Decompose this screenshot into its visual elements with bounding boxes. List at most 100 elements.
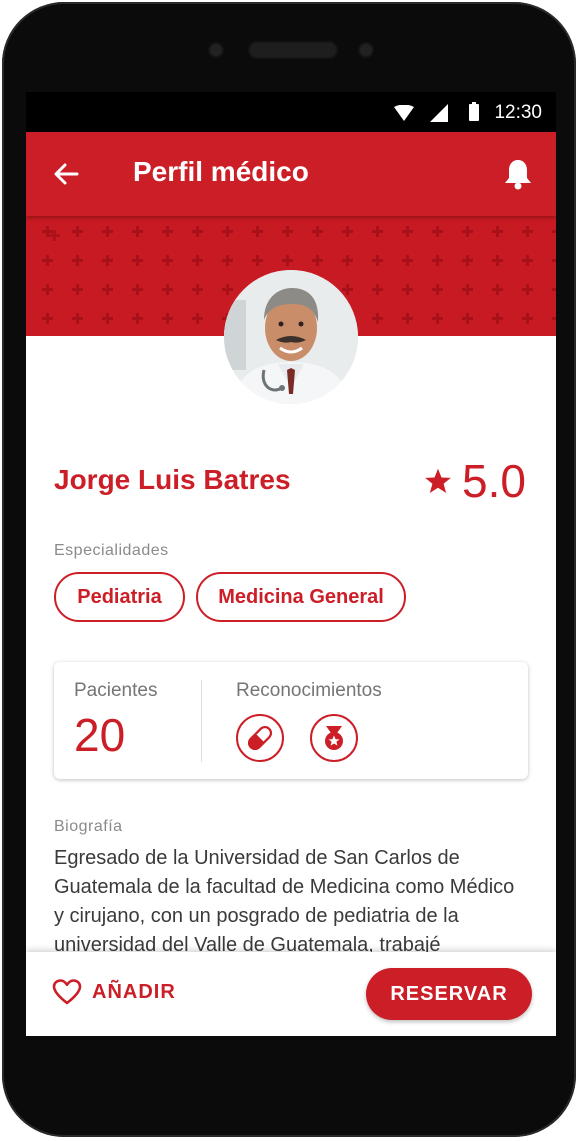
battery-icon: [469, 102, 479, 121]
biography-label: Biografía: [54, 818, 123, 835]
cross-mark: [402, 226, 413, 237]
cross-mark: [552, 226, 556, 237]
cross-mark: [192, 284, 203, 295]
cross-mark: [42, 255, 53, 266]
wifi-icon: [394, 105, 414, 121]
star-icon: [425, 468, 451, 494]
cross-mark: [342, 255, 353, 266]
cross-mark: [162, 226, 173, 237]
bottom-action-bar: AÑADIR RESERVAR: [26, 952, 556, 1036]
specialties-label: Especialidades: [54, 542, 169, 559]
cross-mark: [312, 226, 323, 237]
award-capsule[interactable]: [236, 714, 284, 762]
doctor-name: Jorge Luis Batres: [54, 464, 291, 495]
bell-icon: [505, 160, 531, 190]
front-camera: [210, 44, 222, 56]
cross-mark: [432, 313, 443, 324]
cross-mark: [402, 313, 413, 324]
cross-mark: [132, 255, 143, 266]
cross-mark: [432, 255, 443, 266]
doctor-photo: [224, 270, 358, 404]
status-time: 12:30: [494, 102, 542, 123]
cross-mark: [402, 255, 413, 266]
cross-mark: [522, 313, 533, 324]
cross-mark: [252, 226, 263, 237]
cross-mark: [102, 284, 113, 295]
cross-mark: [222, 255, 233, 266]
cross-mark: [552, 313, 556, 324]
cross-mark: [552, 284, 556, 295]
cross-mark: [282, 226, 293, 237]
stats-card: Pacientes 20 Reconocimientos: [54, 662, 528, 779]
add-favorite-button[interactable]: AÑADIR: [52, 978, 176, 1006]
specialty-chip-medicina-general[interactable]: Medicina General: [196, 572, 406, 622]
phone-frame: 12:30 Perfil médico Jorge Luis Batres 5.…: [2, 2, 576, 1137]
cross-mark: [552, 255, 556, 266]
cross-mark: [222, 284, 233, 295]
cross-mark: [132, 284, 143, 295]
cross-mark: [162, 284, 173, 295]
rating-value: 5.0: [462, 455, 526, 507]
cross-mark: [492, 226, 503, 237]
app-bar: Perfil médico: [26, 132, 556, 216]
cross-mark: [432, 284, 443, 295]
patients-count: 20: [74, 709, 126, 761]
specialty-chip-pediatria[interactable]: Pediatria: [54, 572, 185, 622]
back-button[interactable]: [46, 154, 86, 194]
cross-mark: [492, 255, 503, 266]
cross-mark: [492, 313, 503, 324]
cross-mark: [42, 284, 53, 295]
cross-mark: [42, 226, 53, 237]
cross-mark: [72, 255, 83, 266]
award-medal[interactable]: [310, 714, 358, 762]
cross-mark: [522, 284, 533, 295]
cross-mark: [72, 313, 83, 324]
capsule-icon: [247, 725, 273, 751]
medal-icon: [325, 726, 343, 750]
cross-mark: [402, 284, 413, 295]
cross-mark: [252, 255, 263, 266]
status-bar: 12:30: [26, 92, 556, 132]
cross-mark: [342, 226, 353, 237]
cross-mark: [102, 255, 113, 266]
patients-label: Pacientes: [74, 680, 158, 701]
biography-text: Egresado de la Universidad de San Carlos…: [54, 847, 515, 956]
cross-mark: [192, 226, 203, 237]
cross-mark: [72, 226, 83, 237]
cross-mark: [132, 226, 143, 237]
doctor-avatar: [224, 270, 358, 404]
page-title: Perfil médico: [133, 156, 309, 187]
stats-divider: [201, 680, 202, 762]
cross-mark: [462, 284, 473, 295]
screen: 12:30 Perfil médico Jorge Luis Batres 5.…: [26, 92, 556, 1036]
cross-mark: [102, 313, 113, 324]
heart-icon: [52, 979, 82, 1005]
recognitions-label: Reconocimientos: [236, 680, 382, 701]
cross-mark: [462, 313, 473, 324]
reserve-button[interactable]: RESERVAR: [366, 968, 532, 1020]
cross-mark: [72, 284, 83, 295]
doctor-rating: 5.0: [424, 454, 526, 508]
notifications-button[interactable]: [498, 154, 538, 194]
cross-mark: [372, 226, 383, 237]
cross-mark: [372, 284, 383, 295]
cross-mark: [42, 313, 53, 324]
cross-mark: [222, 226, 233, 237]
cross-mark: [522, 255, 533, 266]
cell-signal-icon: [430, 104, 448, 122]
proximity-sensor: [360, 44, 372, 56]
cross-mark: [432, 226, 443, 237]
cross-mark: [462, 255, 473, 266]
cross-mark: [312, 255, 323, 266]
cross-mark: [192, 313, 203, 324]
earpiece-speaker: [250, 43, 336, 57]
arrow-left-icon: [54, 163, 79, 185]
cross-mark: [162, 313, 173, 324]
add-label: AÑADIR: [92, 980, 176, 1003]
cross-mark: [522, 226, 533, 237]
cross-mark: [102, 226, 113, 237]
cross-mark: [192, 255, 203, 266]
cross-mark: [372, 255, 383, 266]
cross-mark: [372, 313, 383, 324]
cross-mark: [162, 255, 173, 266]
